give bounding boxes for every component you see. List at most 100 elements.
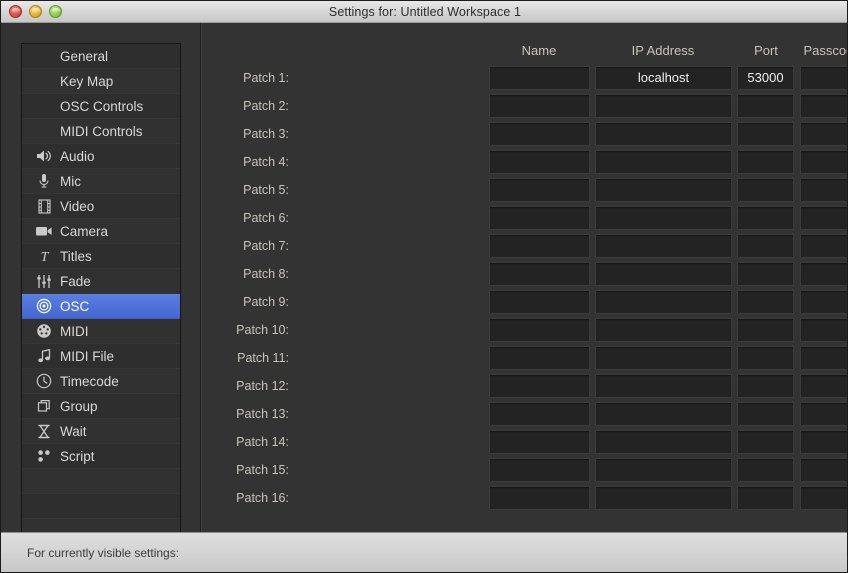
sidebar-item-group[interactable]: Group <box>22 394 180 419</box>
name-input[interactable] <box>489 458 590 482</box>
ip-address-input[interactable] <box>595 374 732 398</box>
ip-address-input[interactable] <box>595 94 732 118</box>
name-input[interactable] <box>489 290 590 314</box>
passcode-input[interactable] <box>800 206 848 230</box>
ip-address-input[interactable] <box>595 262 732 286</box>
patch-row-label: Patch 2: <box>219 94 289 118</box>
ip-address-input[interactable] <box>595 486 732 510</box>
name-input[interactable] <box>489 234 590 258</box>
port-input[interactable] <box>737 290 794 314</box>
port-input[interactable] <box>737 262 794 286</box>
ip-address-input[interactable] <box>595 178 732 202</box>
port-input[interactable]: 53000 <box>737 66 794 90</box>
name-input[interactable] <box>489 486 590 510</box>
sidebar-item-audio[interactable]: Audio <box>22 144 180 169</box>
passcode-input[interactable] <box>800 234 848 258</box>
port-input[interactable] <box>737 234 794 258</box>
sidebar-item-wait[interactable]: Wait <box>22 419 180 444</box>
port-input[interactable] <box>737 374 794 398</box>
sidebar-item-osc-controls[interactable]: OSC Controls <box>22 94 180 119</box>
ip-address-input[interactable] <box>595 234 732 258</box>
svg-text:T: T <box>40 250 49 264</box>
name-input[interactable] <box>489 318 590 342</box>
ip-address-input[interactable] <box>595 290 732 314</box>
name-input[interactable] <box>489 374 590 398</box>
sidebar-item-video[interactable]: Video <box>22 194 180 219</box>
port-input[interactable] <box>737 178 794 202</box>
port-input[interactable] <box>737 122 794 146</box>
name-input[interactable] <box>489 262 590 286</box>
sidebar-item-camera[interactable]: Camera <box>22 219 180 244</box>
passcode-input[interactable] <box>800 262 848 286</box>
sidebar-item-script[interactable]: Script <box>22 444 180 469</box>
name-input[interactable] <box>489 150 590 174</box>
port-input[interactable] <box>737 486 794 510</box>
sidebar-item-mic[interactable]: Mic <box>22 169 180 194</box>
speaker-icon <box>32 147 56 165</box>
settings-content: GeneralKey MapOSC ControlsMIDI ControlsA… <box>1 23 848 532</box>
settings-sidebar[interactable]: GeneralKey MapOSC ControlsMIDI ControlsA… <box>21 43 181 538</box>
port-input[interactable] <box>737 430 794 454</box>
patch-row: Patch 13: <box>201 402 681 426</box>
port-input[interactable] <box>737 150 794 174</box>
sidebar-empty-row <box>22 469 180 494</box>
passcode-input[interactable] <box>800 122 848 146</box>
passcode-input[interactable] <box>800 402 848 426</box>
patch-row: Patch 15: <box>201 458 681 482</box>
text-t-icon: T <box>32 247 56 265</box>
name-input[interactable] <box>489 430 590 454</box>
patch-row-label: Patch 10: <box>219 318 289 342</box>
name-input[interactable] <box>489 346 590 370</box>
passcode-input[interactable] <box>800 374 848 398</box>
port-input[interactable] <box>737 94 794 118</box>
ip-address-input[interactable] <box>595 430 732 454</box>
ip-address-input[interactable] <box>595 122 732 146</box>
port-input[interactable] <box>737 206 794 230</box>
name-input[interactable] <box>489 206 590 230</box>
name-input[interactable] <box>489 122 590 146</box>
passcode-input[interactable] <box>800 290 848 314</box>
passcode-input[interactable] <box>800 94 848 118</box>
ip-address-input[interactable] <box>595 206 732 230</box>
patch-row-label: Patch 8: <box>219 262 289 286</box>
port-input[interactable] <box>737 318 794 342</box>
sidebar-item-osc[interactable]: OSC <box>22 294 180 319</box>
ip-address-input[interactable] <box>595 458 732 482</box>
port-input[interactable] <box>737 346 794 370</box>
sidebar-item-fade[interactable]: Fade <box>22 269 180 294</box>
patch-row: Patch 7: <box>201 234 681 258</box>
passcode-input[interactable] <box>800 150 848 174</box>
sidebar-item-timecode[interactable]: Timecode <box>22 369 180 394</box>
name-input[interactable] <box>489 178 590 202</box>
patch-row: Patch 9: <box>201 290 681 314</box>
ip-address-input[interactable] <box>595 150 732 174</box>
name-input[interactable] <box>489 94 590 118</box>
passcode-input[interactable] <box>800 346 848 370</box>
patch-row: Patch 6: <box>201 206 681 230</box>
patch-row: Patch 10: <box>201 318 681 342</box>
passcode-input[interactable] <box>800 318 848 342</box>
sidebar-item-midi-controls[interactable]: MIDI Controls <box>22 119 180 144</box>
ip-address-input[interactable] <box>595 402 732 426</box>
sidebar-empty-row <box>22 494 180 519</box>
port-input[interactable] <box>737 402 794 426</box>
passcode-input[interactable] <box>800 66 848 90</box>
ip-address-input[interactable] <box>595 346 732 370</box>
sidebar-item-label: Video <box>60 199 94 214</box>
ip-address-input[interactable]: localhost <box>595 66 732 90</box>
sidebar-item-general[interactable]: General <box>22 44 180 69</box>
ip-address-input[interactable] <box>595 318 732 342</box>
sidebar-item-key-map[interactable]: Key Map <box>22 69 180 94</box>
sidebar-item-midi-file[interactable]: MIDI File <box>22 344 180 369</box>
name-input[interactable] <box>489 402 590 426</box>
sidebar-item-midi[interactable]: MIDI <box>22 319 180 344</box>
passcode-input[interactable] <box>800 430 848 454</box>
sidebar-item-titles[interactable]: TTitles <box>22 244 180 269</box>
passcode-input[interactable] <box>800 486 848 510</box>
patch-row: Patch 8: <box>201 262 681 286</box>
passcode-input[interactable] <box>800 458 848 482</box>
passcode-input[interactable] <box>800 178 848 202</box>
port-input[interactable] <box>737 458 794 482</box>
name-input[interactable] <box>489 66 590 90</box>
midi-din-icon <box>32 322 56 340</box>
